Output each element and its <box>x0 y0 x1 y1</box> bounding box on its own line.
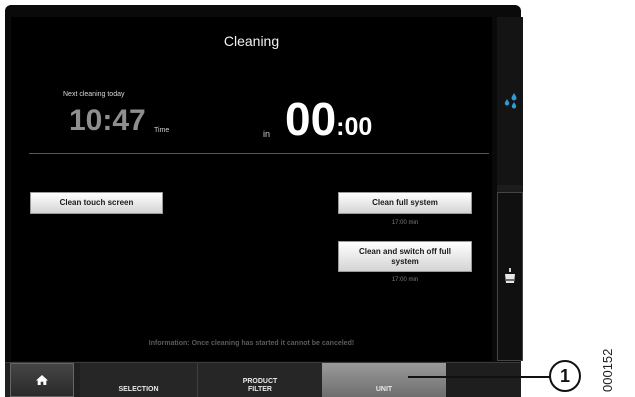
clean-and-switch-off-button[interactable]: Clean and switch off full system <box>338 241 472 272</box>
clean-full-system-button[interactable]: Clean full system <box>338 192 472 214</box>
side-panel <box>497 17 523 361</box>
cleaning-screen: Cleaning Next cleaning today 10:47 Time … <box>11 17 492 361</box>
tab-unit[interactable]: UNIT <box>322 363 446 397</box>
clean-full-system-duration: 17:00 min <box>391 220 419 226</box>
countdown-hours: 00 <box>285 93 337 145</box>
divider <box>29 153 489 154</box>
nav-empty-area <box>446 363 521 397</box>
callout-leader-line <box>408 376 550 378</box>
figure-id: 000152 <box>600 348 615 392</box>
tab-selection-label: SELECTION <box>118 386 159 393</box>
tab-unit-label: UNIT <box>375 386 393 393</box>
countdown-display: 00:00 <box>285 96 372 142</box>
tab-product-filter-label-line1: PRODUCT <box>242 377 278 385</box>
home-button[interactable] <box>10 363 74 397</box>
bottom-navigation: SELECTION PRODUCT FILTER UNIT <box>5 362 521 397</box>
tab-product-filter[interactable]: PRODUCT FILTER <box>198 363 322 397</box>
tab-selection[interactable]: SELECTION <box>80 363 198 397</box>
clean-touch-screen-button[interactable]: Clean touch screen <box>30 192 163 214</box>
information-text: Information: Once cleaning has started i… <box>148 340 355 347</box>
water-drops-icon[interactable] <box>503 92 519 110</box>
clean-and-switch-off-duration: 17:00 min <box>391 277 419 283</box>
in-label: in <box>263 129 271 139</box>
callout-marker: 1 <box>549 360 581 392</box>
time-unit-label: Time <box>154 127 170 134</box>
next-cleaning-time: 10:47 <box>69 104 146 137</box>
tab-product-filter-label-line2: FILTER <box>248 385 272 393</box>
next-cleaning-label: Next cleaning today <box>63 91 125 98</box>
cup-icon[interactable] <box>503 267 517 285</box>
countdown-minutes: :00 <box>336 113 373 141</box>
device-frame: Cleaning Next cleaning today 10:47 Time … <box>5 5 523 397</box>
page-title: Cleaning <box>223 33 280 49</box>
home-icon <box>36 375 48 385</box>
